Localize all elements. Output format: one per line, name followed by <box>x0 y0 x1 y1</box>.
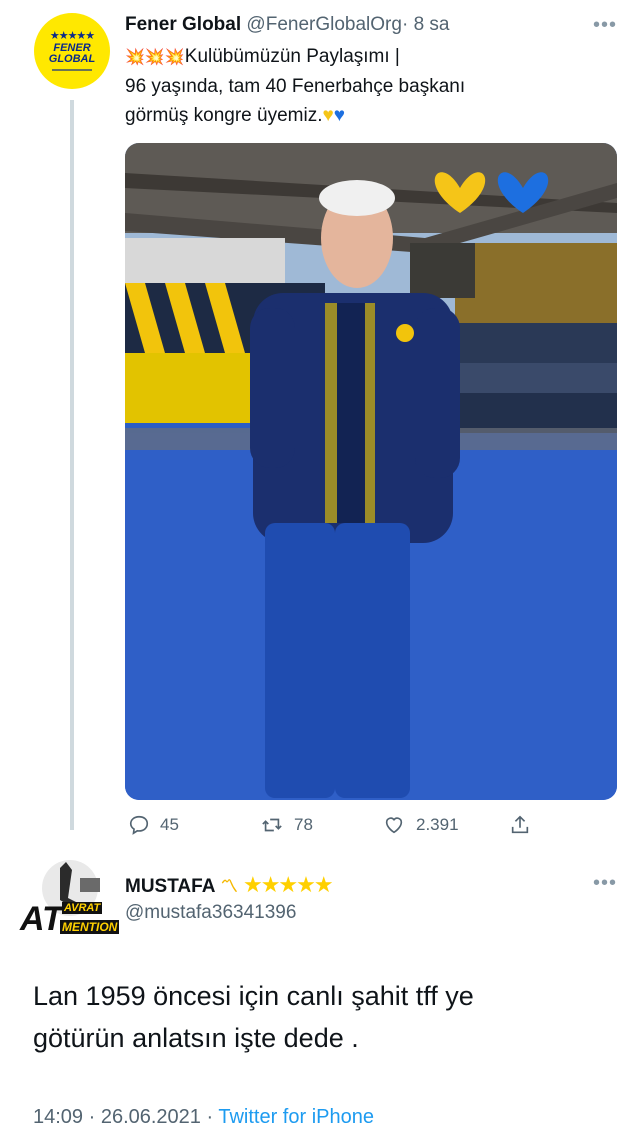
reply-text: Lan 1959 öncesi için canlı şahit tff ye … <box>33 975 613 1059</box>
avatar-stars: ★★★★★ <box>49 30 95 42</box>
reply-source-link[interactable]: Twitter for iPhone <box>218 1106 374 1128</box>
reply-header: MUSTAFA 〽 ★★★★★ <box>125 872 334 898</box>
like-action[interactable]: 2.391 <box>382 814 459 836</box>
reply-author-handle[interactable]: @mustafa36341396 <box>125 902 296 924</box>
avatar-at-text: AT <box>20 900 63 938</box>
thread-connector-line <box>70 100 74 830</box>
share-icon <box>511 815 529 834</box>
share-action[interactable] <box>508 814 532 836</box>
yellow-heart-emoji-icon: ♥ <box>322 105 334 126</box>
reply-icon <box>129 815 149 835</box>
reply-meta: 14:09 · 26.06.2021 · Twitter for iPhone <box>33 1106 374 1129</box>
stadium-photo-illustration <box>125 143 617 800</box>
reply-more-options-icon[interactable]: ••• <box>593 872 617 895</box>
star-emoji-row: ★★★★★ <box>242 872 334 897</box>
tweet-time[interactable]: 8 sa <box>414 14 450 35</box>
reply-author-avatar[interactable]: AT AVRAT MENTION <box>20 858 124 942</box>
sparkle-emoji-icon: 💥 <box>164 49 185 66</box>
tweet-photo[interactable] <box>125 143 617 800</box>
more-options-icon[interactable]: ••• <box>593 14 617 37</box>
tweet-text-line2: 96 yaşında, tam 40 Fenerbahçe başkanı <box>125 76 466 97</box>
retweet-action[interactable]: 78 <box>260 814 313 836</box>
author-handle[interactable]: @FenerGlobalOrg <box>246 14 402 35</box>
reply-action[interactable]: 45 <box>128 814 179 836</box>
retweet-count: 78 <box>294 815 313 834</box>
blue-heart-emoji-icon: ♥ <box>333 105 346 126</box>
reply-count: 45 <box>160 815 179 834</box>
avatar-tagline <box>52 69 92 71</box>
like-count: 2.391 <box>416 815 459 834</box>
reply-text-line1: Lan 1959 öncesi için canlı şahit tff ye <box>33 981 474 1011</box>
avatar-text-line2: GLOBAL <box>48 53 96 65</box>
reply-text-line2: götürün anlatsın işte dede . <box>33 1023 359 1053</box>
reply-timestamp[interactable]: 14:09 · 26.06.2021 · <box>33 1106 213 1128</box>
separator-dot: · <box>401 14 409 35</box>
tweet-header: Fener Global @FenerGlobalOrg· 8 sa <box>125 14 449 36</box>
retweet-icon <box>262 818 282 832</box>
reply-author-name[interactable]: MUSTAFA <box>125 876 215 897</box>
tweet-text-line3: görmüş kongre üyemiz.♥♥ <box>125 101 585 130</box>
heart-icon <box>385 817 403 834</box>
avatar-bottom-text: MENTION <box>60 920 120 934</box>
sparkle-emoji-icon: 💥 <box>144 49 165 66</box>
tweet-text-line1: 💥💥💥Kulübümüzün Paylaşımı | <box>125 42 585 72</box>
sparkle-emoji-icon: 💥 <box>125 49 145 66</box>
author-avatar[interactable]: ★★★★★ FENER GLOBAL <box>34 13 110 89</box>
avatar-top-text: AVRAT <box>62 902 103 914</box>
author-name[interactable]: Fener Global <box>125 14 241 35</box>
crown-emoji-icon: 〽 <box>220 877 238 896</box>
tweet-text-line3-content: görmüş kongre üyemiz. <box>125 105 323 126</box>
tweet-text: 💥💥💥Kulübümüzün Paylaşımı | 96 yaşında, t… <box>125 42 585 130</box>
tweet-text-line1-content: Kulübümüzün Paylaşımı | <box>184 46 400 67</box>
